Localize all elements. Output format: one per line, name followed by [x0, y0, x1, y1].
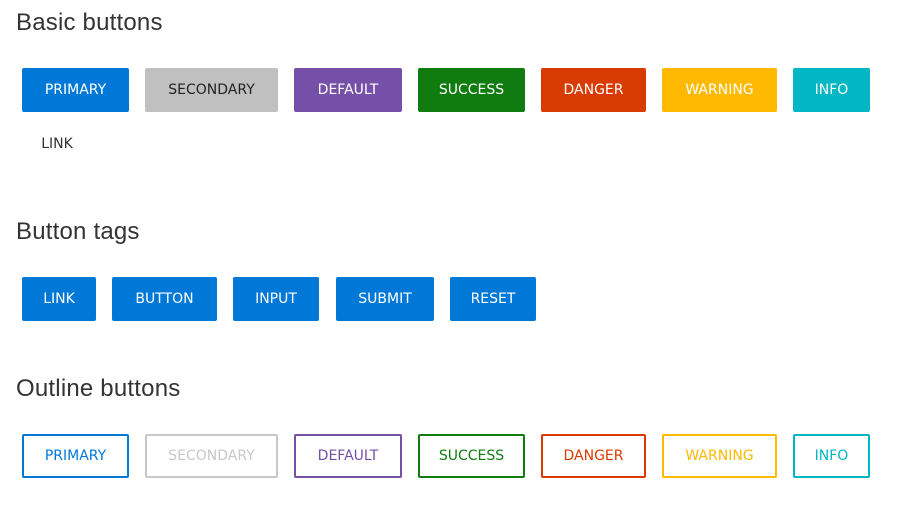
outline-primary-button[interactable]: PRIMARY — [22, 434, 129, 478]
outline-success-button[interactable]: SUCCESS — [418, 434, 525, 478]
warning-button[interactable]: WARNING — [662, 68, 777, 112]
reset-tag-button[interactable]: RESET — [450, 277, 536, 321]
outline-secondary-button-label: SECONDARY — [168, 448, 255, 464]
danger-button[interactable]: DANGER — [541, 68, 646, 112]
outline-primary-button-label: PRIMARY — [44, 448, 107, 464]
success-button-label: SUCCESS — [438, 82, 505, 98]
default-button-label: DEFAULT — [317, 82, 379, 98]
outline-success-button-label: SUCCESS — [438, 448, 505, 464]
outline-default-button-label: DEFAULT — [317, 448, 379, 464]
info-button-label: INFO — [814, 82, 849, 98]
danger-button-label: DANGER — [563, 82, 624, 98]
info-button[interactable]: INFO — [793, 68, 870, 112]
warning-button-label: WARNING — [685, 82, 754, 98]
default-button[interactable]: DEFAULT — [294, 68, 402, 112]
secondary-button-label: SECONDARY — [168, 82, 255, 98]
link-button-label: LINK — [41, 136, 73, 152]
button-tags-heading: Button tags — [16, 218, 140, 245]
outline-warning-button-label: WARNING — [685, 448, 754, 464]
outline-buttons-heading: Outline buttons — [16, 375, 181, 402]
outline-danger-button-label: DANGER — [563, 448, 624, 464]
basic-buttons-heading: Basic buttons — [16, 9, 163, 36]
success-button[interactable]: SUCCESS — [418, 68, 525, 112]
outline-info-button[interactable]: INFO — [793, 434, 870, 478]
secondary-button[interactable]: SECONDARY — [145, 68, 278, 112]
input-tag-button-label: INPUT — [255, 291, 297, 307]
link-tag-button[interactable]: LINK — [22, 277, 96, 321]
link-tag-button-label: LINK — [43, 291, 75, 307]
input-tag-button[interactable]: INPUT — [233, 277, 319, 321]
outline-info-button-label: INFO — [814, 448, 849, 464]
submit-tag-button[interactable]: SUBMIT — [336, 277, 434, 321]
outline-secondary-button[interactable]: SECONDARY — [145, 434, 278, 478]
reset-tag-button-label: RESET — [470, 291, 516, 307]
button-tag-button[interactable]: BUTTON — [112, 277, 217, 321]
outline-warning-button[interactable]: WARNING — [662, 434, 777, 478]
outline-default-button[interactable]: DEFAULT — [294, 434, 402, 478]
button-tag-button-label: BUTTON — [135, 291, 194, 307]
primary-button-label: PRIMARY — [44, 82, 107, 98]
submit-tag-button-label: SUBMIT — [358, 291, 412, 307]
link-button[interactable]: LINK — [22, 122, 92, 166]
outline-danger-button[interactable]: DANGER — [541, 434, 646, 478]
primary-button[interactable]: PRIMARY — [22, 68, 129, 112]
